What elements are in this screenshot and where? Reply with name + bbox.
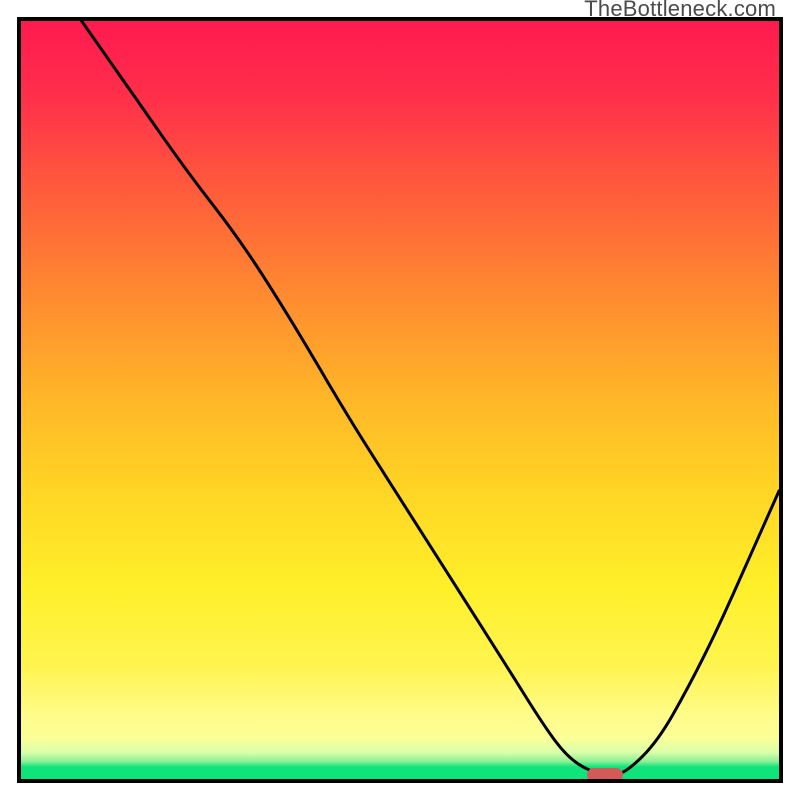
optimum-marker bbox=[587, 768, 623, 779]
watermark-text: TheBottleneck.com bbox=[584, 0, 776, 22]
bottleneck-curve bbox=[21, 21, 779, 779]
chart-frame bbox=[17, 17, 783, 783]
plot-area bbox=[21, 21, 779, 779]
